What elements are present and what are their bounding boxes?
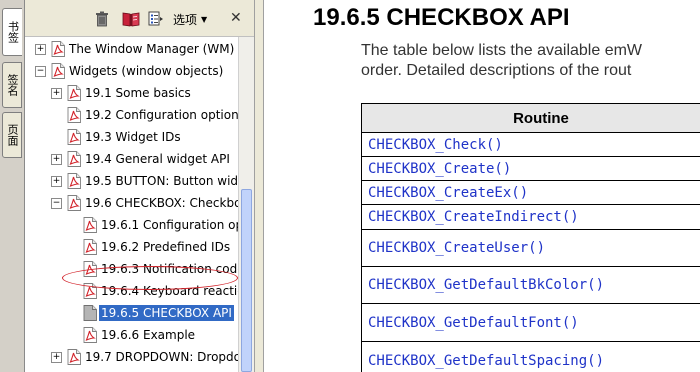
table-row: CHECKBOX_Create() [361, 156, 700, 181]
pdf-bookmark-icon [83, 305, 97, 321]
pdf-bookmark-icon [83, 239, 97, 255]
tree-item[interactable]: 19.6.3 Notification codes [67, 259, 238, 279]
routine-link[interactable]: CHECKBOX_GetDefaultFont() [361, 303, 700, 342]
tree-item[interactable]: − Widgets (window objects) [35, 61, 225, 81]
table-row: CHECKBOX_Check() [361, 132, 700, 157]
trash-icon [96, 11, 108, 27]
tree-item[interactable]: + The Window Manager (WM) [35, 39, 236, 59]
scrollbar-thumb[interactable] [241, 189, 252, 372]
tree-item-selected[interactable]: 19.6.5 CHECKBOX API [67, 303, 234, 323]
section-heading: 19.6.5 CHECKBOX API [313, 4, 570, 31]
pdf-bookmark-icon [83, 261, 97, 277]
options-label: 选项 [173, 12, 198, 27]
pdf-bookmark-icon [51, 41, 65, 57]
tree-item[interactable]: 19.3 Widget IDs [51, 127, 183, 147]
pdf-bookmark-icon [51, 63, 65, 79]
tree-item[interactable]: +19.5 BUTTON: Button widg [51, 171, 238, 191]
expand-icon[interactable]: + [51, 87, 62, 99]
tab-pages[interactable]: 页面 [2, 112, 22, 158]
dropdown-arrow-icon: ▼ [201, 14, 208, 24]
tab-bookmarks[interactable]: 书签 [2, 8, 22, 56]
close-panel-icon[interactable]: ✕ [230, 10, 242, 26]
collapse-icon[interactable]: − [35, 65, 46, 77]
sidebar-tab-strip: 书签 签名 页面 [0, 0, 25, 372]
tree-item-label: 19.6.4 Keyboard reaction [101, 284, 238, 298]
pdf-bookmark-icon [83, 327, 97, 343]
tree-item[interactable]: 19.6.4 Keyboard reaction [67, 281, 238, 301]
expand-icon[interactable]: + [51, 175, 62, 187]
routine-link[interactable]: CHECKBOX_CreateEx() [361, 180, 700, 205]
routine-link[interactable]: CHECKBOX_CreateIndirect() [361, 204, 700, 230]
tab-signatures[interactable]: 签名 [2, 62, 22, 108]
list-icon [148, 11, 163, 26]
tree-scrollbar[interactable] [238, 37, 254, 372]
pdf-bookmark-icon [83, 217, 97, 233]
expand-icon[interactable]: + [51, 351, 62, 363]
routine-column-header: Routine [361, 103, 700, 133]
routine-link[interactable]: CHECKBOX_Check() [361, 132, 700, 157]
tree-item-label: 19.3 Widget IDs [85, 130, 181, 144]
new-bookmark-button[interactable] [122, 10, 140, 28]
table-row: CHECKBOX_GetDefaultBkColor() [361, 266, 700, 304]
tree-item[interactable]: − 19.6 CHECKBOX: Checkbox [51, 193, 238, 213]
tree-item-label: Widgets (window objects) [69, 64, 224, 78]
tree-item[interactable]: 19.6.6 Example [67, 325, 197, 345]
routine-table: Routine CHECKBOX_Check() CHECKBOX_Create(… [361, 103, 700, 372]
intro-paragraph-line-1: The table below lists the available emW [361, 42, 643, 59]
options-menu-button[interactable]: 选项 ▼ [173, 10, 207, 28]
tree-item-label: 19.6.3 Notification codes [101, 262, 238, 276]
tree-item-label: 19.6.2 Predefined IDs [101, 240, 231, 254]
routine-link[interactable]: CHECKBOX_Create() [361, 156, 700, 181]
tree-item[interactable]: 19.2 Configuration options [51, 105, 238, 125]
tree-item[interactable]: +19.4 General widget API [51, 149, 232, 169]
bookmark-tree: + The Window Manager (WM) − Widgets (window… [25, 37, 238, 372]
pdf-bookmark-icon [67, 151, 81, 167]
bookmark-properties-button[interactable] [148, 10, 164, 28]
tree-item-label: 19.7 DROPDOWN: Dropdow [85, 350, 238, 364]
table-row: CHECKBOX_CreateIndirect() [361, 204, 700, 230]
book-icon [122, 12, 140, 27]
delete-bookmark-button[interactable] [95, 10, 109, 28]
tree-item-label: 19.6.6 Example [101, 328, 196, 342]
expand-icon[interactable]: + [51, 153, 62, 165]
collapse-icon[interactable]: − [51, 197, 62, 209]
document-view: 19.6.5 CHECKBOX API The table below list… [264, 0, 700, 372]
pdf-bookmark-icon [67, 107, 81, 123]
tree-item-label: 19.2 Configuration options [85, 108, 238, 122]
tree-item-label: 19.6.1 Configuration opt [101, 218, 238, 232]
table-row: CHECKBOX_CreateUser() [361, 229, 700, 267]
table-row: CHECKBOX_GetDefaultSpacing() [361, 341, 700, 372]
expand-icon[interactable]: + [35, 43, 46, 55]
tree-item[interactable]: +19.1 Some basics [51, 83, 193, 103]
pdf-bookmark-icon [67, 85, 81, 101]
panel-splitter[interactable] [254, 0, 264, 372]
intro-paragraph-line-2: order. Detailed descriptions of the rout [361, 62, 632, 79]
pdf-bookmark-icon [67, 173, 81, 189]
tree-item-label: 19.6 CHECKBOX: Checkbox [85, 196, 238, 210]
tree-item[interactable]: +19.7 DROPDOWN: Dropdow [51, 347, 238, 367]
routine-link[interactable]: CHECKBOX_CreateUser() [361, 229, 700, 267]
tree-item[interactable]: 19.6.1 Configuration opt [67, 215, 238, 235]
tree-item-label: 19.1 Some basics [85, 86, 191, 100]
routine-link[interactable]: CHECKBOX_GetDefaultSpacing() [361, 341, 700, 372]
bookmarks-toolbar: 选项 ▼ ✕ [25, 0, 254, 37]
tree-item-label: 19.6.5 CHECKBOX API [99, 305, 234, 321]
pdf-bookmark-icon [67, 195, 81, 211]
bookmarks-panel: 选项 ▼ ✕ + The Window Manager (WM) − Widgets … [25, 0, 254, 372]
table-row: CHECKBOX_CreateEx() [361, 180, 700, 205]
pdf-bookmark-icon [67, 129, 81, 145]
table-row: CHECKBOX_GetDefaultFont() [361, 303, 700, 342]
pdf-bookmark-icon [67, 349, 81, 365]
routine-link[interactable]: CHECKBOX_GetDefaultBkColor() [361, 266, 700, 304]
pdf-bookmark-icon [83, 283, 97, 299]
tree-item[interactable]: 19.6.2 Predefined IDs [67, 237, 232, 257]
tree-item-label: 19.5 BUTTON: Button widg [85, 174, 238, 188]
tree-item-label: 19.4 General widget API [85, 152, 230, 166]
tree-item-label: The Window Manager (WM) [69, 42, 235, 56]
